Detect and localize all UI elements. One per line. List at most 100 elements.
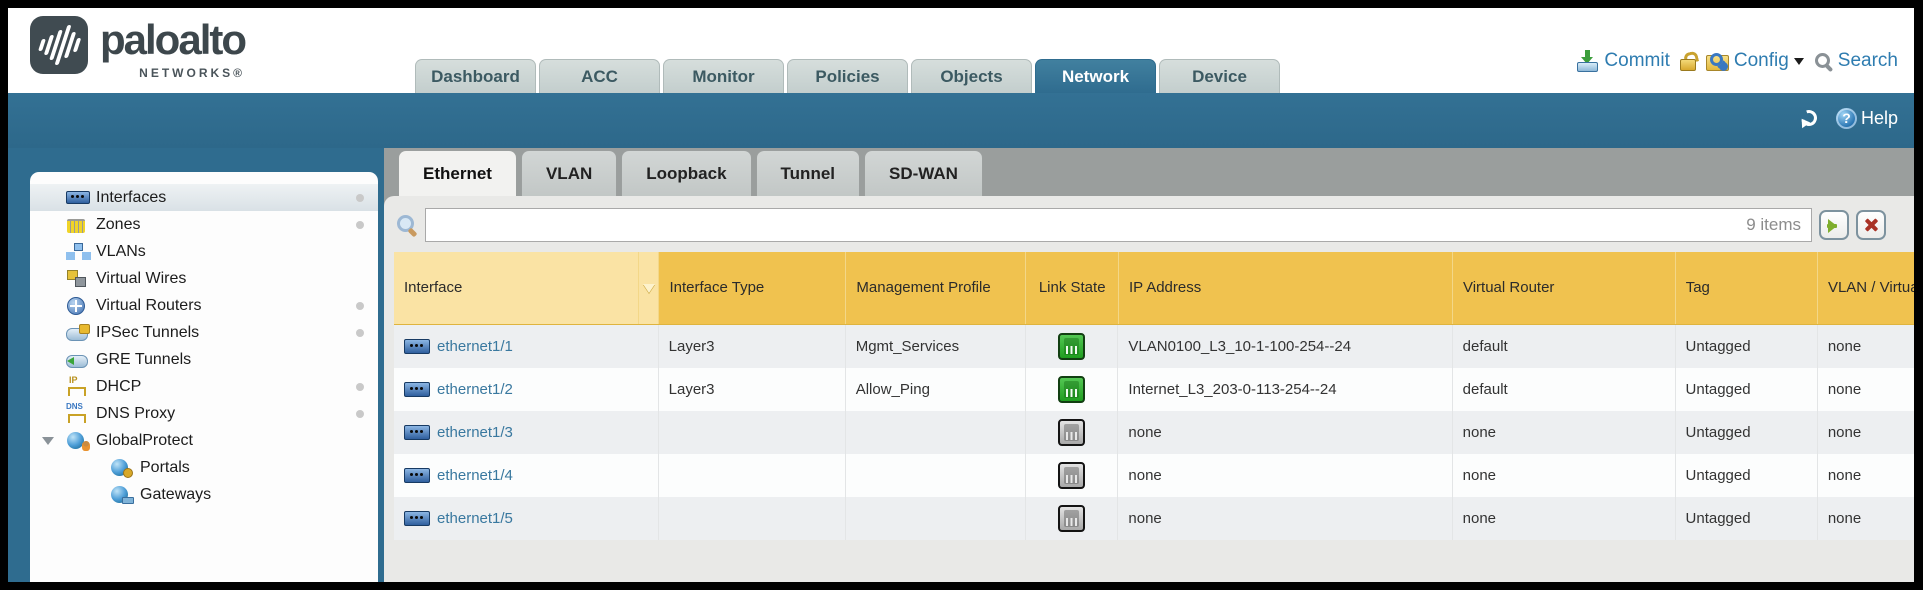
interface-type-tab[interactable]: Ethernet xyxy=(398,150,517,196)
column-header-virtual-router[interactable]: Virtual Router xyxy=(1453,252,1676,324)
table-row[interactable]: ethernet1/5 none none Untagged none xyxy=(394,497,1914,540)
sidebar-item[interactable]: Zones xyxy=(30,211,378,238)
interface-type-tab[interactable]: Loopback xyxy=(621,150,751,196)
status-dot xyxy=(356,383,364,391)
main-tab[interactable]: Objects xyxy=(911,59,1032,93)
column-header-interface[interactable]: Interface xyxy=(394,252,639,324)
interface-link[interactable]: ethernet1/2 xyxy=(437,381,513,398)
help-button[interactable]: ? Help xyxy=(1836,108,1898,129)
table-row[interactable]: ethernet1/2 Layer3 Allow_Ping Internet_L… xyxy=(394,368,1914,411)
app-window: paloalto NETWORKS® DashboardACCMonitorPo… xyxy=(8,8,1914,582)
sort-dropdown[interactable] xyxy=(639,252,660,324)
expand-arrow-icon[interactable] xyxy=(42,437,54,451)
cell-tag: Untagged xyxy=(1676,368,1818,411)
status-dot xyxy=(356,302,364,310)
filter-input[interactable]: 9 items xyxy=(425,208,1812,242)
sidebar-item-icon xyxy=(66,432,90,450)
interface-type-tab[interactable]: SD-WAN xyxy=(864,150,983,196)
column-header-tag[interactable]: Tag xyxy=(1676,252,1818,324)
sidebar-item[interactable]: Virtual Wires xyxy=(30,265,378,292)
main-tab[interactable]: Policies xyxy=(787,59,908,93)
sidebar-item-icon xyxy=(66,297,90,315)
sidebar-item-label: Zones xyxy=(96,216,140,234)
main-tab[interactable]: Dashboard xyxy=(415,59,536,93)
content-panel: 9 items Interface Interface Type Managem… xyxy=(384,196,1914,582)
refresh-icon[interactable] xyxy=(1798,107,1820,129)
items-count: 9 items xyxy=(1746,215,1801,235)
search-label: Search xyxy=(1838,50,1898,72)
search-icon xyxy=(1814,52,1833,71)
sidebar-item[interactable]: DNS Proxy xyxy=(30,400,378,427)
config-menu-button[interactable]: Config xyxy=(1706,50,1804,72)
sidebar-item[interactable]: Interfaces xyxy=(30,184,378,211)
sidebar-item[interactable]: IPSec Tunnels xyxy=(30,319,378,346)
cell-vlan-virtual-wire: none xyxy=(1818,368,1914,411)
cell-virtual-router: default xyxy=(1453,368,1676,411)
link-state-icon xyxy=(1058,462,1085,489)
sidebar-item-icon xyxy=(66,324,90,342)
table-header-row: Interface Interface Type Management Prof… xyxy=(394,252,1914,325)
cell-virtual-router: none xyxy=(1453,411,1676,454)
column-header-ip-address[interactable]: IP Address xyxy=(1119,252,1453,324)
logo-sub-text: NETWORKS® xyxy=(139,66,245,80)
cell-ip-address: VLAN0100_L3_10-1-100-254--24 xyxy=(1118,325,1452,368)
table-row[interactable]: ethernet1/4 none none Untagged none xyxy=(394,454,1914,497)
cell-interface-type xyxy=(659,497,846,540)
sidebar-item-icon xyxy=(110,459,134,477)
table-row[interactable]: ethernet1/3 none none Untagged none xyxy=(394,411,1914,454)
interface-link[interactable]: ethernet1/3 xyxy=(437,424,513,441)
ethernet-port-icon xyxy=(404,468,430,483)
main-tab[interactable]: ACC xyxy=(539,59,660,93)
sidebar-item[interactable]: DHCP xyxy=(30,373,378,400)
column-header-vlan-virtual-wire[interactable]: VLAN / Virtual Wire xyxy=(1818,252,1914,324)
cell-tag: Untagged xyxy=(1676,497,1818,540)
cell-management-profile xyxy=(846,497,1026,540)
main-tab[interactable]: Monitor xyxy=(663,59,784,93)
clear-filter-button[interactable] xyxy=(1856,210,1886,240)
cell-vlan-virtual-wire: none xyxy=(1818,454,1914,497)
sidebar-item-icon xyxy=(66,378,90,396)
column-header-link-state[interactable]: Link State xyxy=(1026,252,1119,324)
column-header-interface-type[interactable]: Interface Type xyxy=(659,252,846,324)
status-dot xyxy=(356,329,364,337)
sort-dropdown-icon xyxy=(643,284,655,299)
cell-ip-address: none xyxy=(1118,411,1452,454)
interface-type-tab-bar: EthernetVLANLoopbackTunnelSD-WAN xyxy=(384,148,1914,196)
secondary-band: ? Help xyxy=(8,93,1914,148)
interface-link[interactable]: ethernet1/5 xyxy=(437,510,513,527)
ethernet-port-icon xyxy=(404,339,430,354)
status-dot xyxy=(356,410,364,418)
caret-down-icon xyxy=(1794,58,1804,70)
table-body: ethernet1/1 Layer3 Mgmt_Services VLAN010… xyxy=(394,325,1914,540)
apply-filter-button[interactable] xyxy=(1819,210,1849,240)
sidebar-item[interactable]: Virtual Routers xyxy=(30,292,378,319)
sidebar-item[interactable]: GlobalProtect xyxy=(30,427,378,454)
sidebar-item[interactable]: Portals xyxy=(30,454,378,481)
interface-type-tab[interactable]: VLAN xyxy=(521,150,617,196)
table-row[interactable]: ethernet1/1 Layer3 Mgmt_Services VLAN010… xyxy=(394,325,1914,368)
sidebar-item[interactable]: Gateways xyxy=(30,481,378,508)
interface-link[interactable]: ethernet1/4 xyxy=(437,467,513,484)
interface-link[interactable]: ethernet1/1 xyxy=(437,338,513,355)
sidebar-item[interactable]: VLANs xyxy=(30,238,378,265)
commit-button[interactable]: Commit xyxy=(1576,50,1669,72)
cell-interface-type: Layer3 xyxy=(659,368,846,411)
main-tab[interactable]: Device xyxy=(1159,59,1280,93)
cell-interface-type: Layer3 xyxy=(659,325,846,368)
main-tab[interactable]: Network xyxy=(1035,59,1156,93)
sidebar-item-label: DNS Proxy xyxy=(96,405,175,423)
lock-icon[interactable] xyxy=(1680,52,1696,71)
sidebar-item-label: Virtual Routers xyxy=(96,297,202,315)
ethernet-port-icon xyxy=(404,511,430,526)
sidebar-item-label: GlobalProtect xyxy=(96,432,193,450)
sidebar-item-icon xyxy=(66,216,90,234)
search-button[interactable]: Search xyxy=(1814,50,1898,72)
sidebar-item-icon xyxy=(66,351,90,369)
sidebar-item[interactable]: GRE Tunnels xyxy=(30,346,378,373)
cell-interface-type xyxy=(659,411,846,454)
cell-vlan-virtual-wire: none xyxy=(1818,497,1914,540)
column-header-management-profile[interactable]: Management Profile xyxy=(846,252,1026,324)
interface-type-tab[interactable]: Tunnel xyxy=(756,150,860,196)
sidebar-item-icon xyxy=(66,270,90,288)
commit-label: Commit xyxy=(1604,50,1669,72)
